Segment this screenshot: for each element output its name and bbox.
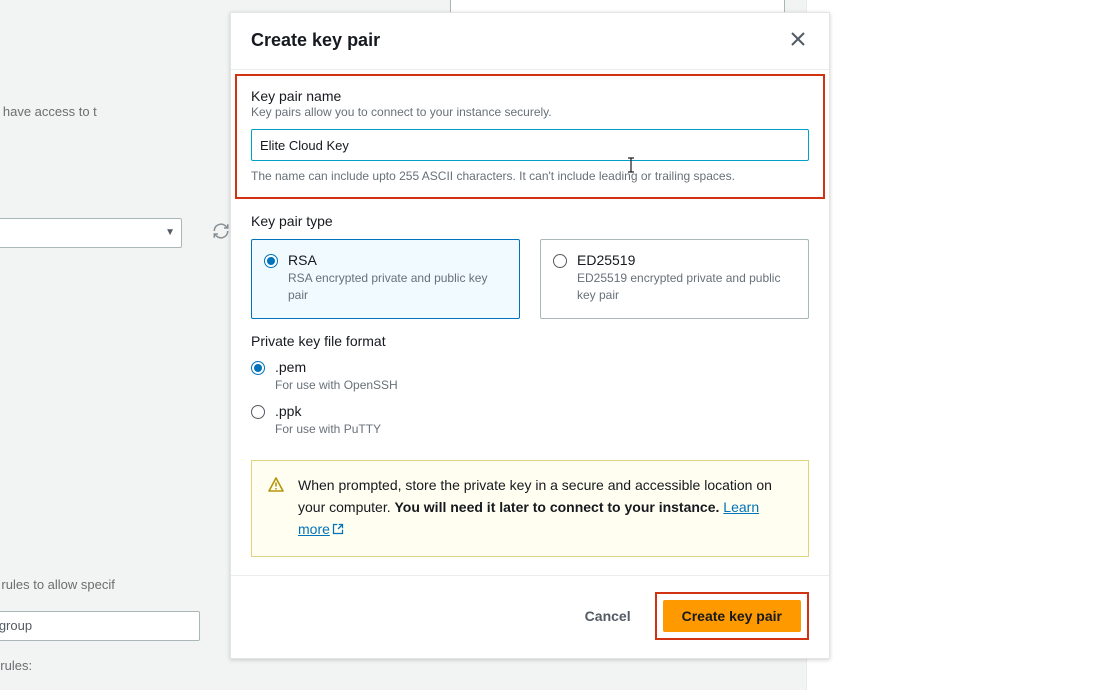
bg-text: nce. Ensure that you have access to t (0, 104, 97, 119)
modal-header: Create key pair (231, 13, 829, 69)
option-title: ED25519 (577, 252, 796, 268)
modal-title: Create key pair (251, 30, 380, 51)
radio-icon (251, 405, 265, 419)
field-label: Private key file format (251, 333, 809, 349)
modal-footer: Cancel Create key pair (231, 575, 829, 658)
cancel-button[interactable]: Cancel (571, 600, 645, 632)
create-key-pair-modal: Create key pair Key pair name Key pairs … (230, 12, 830, 659)
key-pair-type-section: Key pair type RSA RSA encrypted private … (251, 213, 809, 319)
field-label: Key pair name (251, 88, 809, 104)
helper-text: The name can include upto 255 ASCII char… (251, 169, 809, 183)
field-label: Key pair type (251, 213, 809, 229)
key-pair-name-input[interactable] (251, 129, 809, 161)
option-title: .ppk (275, 403, 381, 419)
modal-body: Key pair name Key pairs allow you to con… (231, 69, 829, 575)
bg-segment-button: ct existing security group (0, 611, 200, 641)
warning-icon (268, 477, 284, 493)
bg-text: -1' with the following rules: (0, 658, 32, 673)
format-option-pem[interactable]: .pem For use with OpenSSH (251, 359, 809, 394)
option-description: For use with OpenSSH (275, 377, 398, 394)
type-grid: RSA RSA encrypted private and public key… (251, 239, 809, 319)
option-title: .pem (275, 359, 398, 375)
create-key-pair-button[interactable]: Create key pair (663, 600, 801, 632)
alert-bold: You will need it later to connect to you… (395, 499, 720, 515)
type-option-ed25519[interactable]: ED25519 ED25519 encrypted private and pu… (540, 239, 809, 319)
warning-alert: When prompted, store the private key in … (251, 460, 809, 557)
refresh-icon (212, 222, 230, 240)
field-description: Key pairs allow you to connect to your i… (251, 105, 809, 119)
bg-right-panel (806, 0, 1096, 690)
close-button[interactable] (787, 27, 809, 53)
close-icon (791, 32, 805, 46)
key-pair-name-section: Key pair name Key pairs allow you to con… (235, 74, 825, 199)
alert-text: When prompted, store the private key in … (298, 475, 792, 540)
bg-dropdown: ▼ (0, 218, 182, 248)
bg-text: o your instance. Add rules to allow spec… (0, 577, 115, 592)
radio-icon (553, 254, 567, 268)
option-title: RSA (288, 252, 507, 268)
format-option-ppk[interactable]: .ppk For use with PuTTY (251, 403, 809, 438)
option-description: RSA encrypted private and public key pai… (288, 270, 507, 304)
file-format-section: Private key file format .pem For use wit… (251, 333, 809, 439)
primary-highlight: Create key pair (655, 592, 809, 640)
option-description: ED25519 encrypted private and public key… (577, 270, 796, 304)
radio-icon (264, 254, 278, 268)
type-option-rsa[interactable]: RSA RSA encrypted private and public key… (251, 239, 520, 319)
radio-icon (251, 361, 265, 375)
option-description: For use with PuTTY (275, 421, 381, 438)
external-link-icon (332, 523, 344, 535)
